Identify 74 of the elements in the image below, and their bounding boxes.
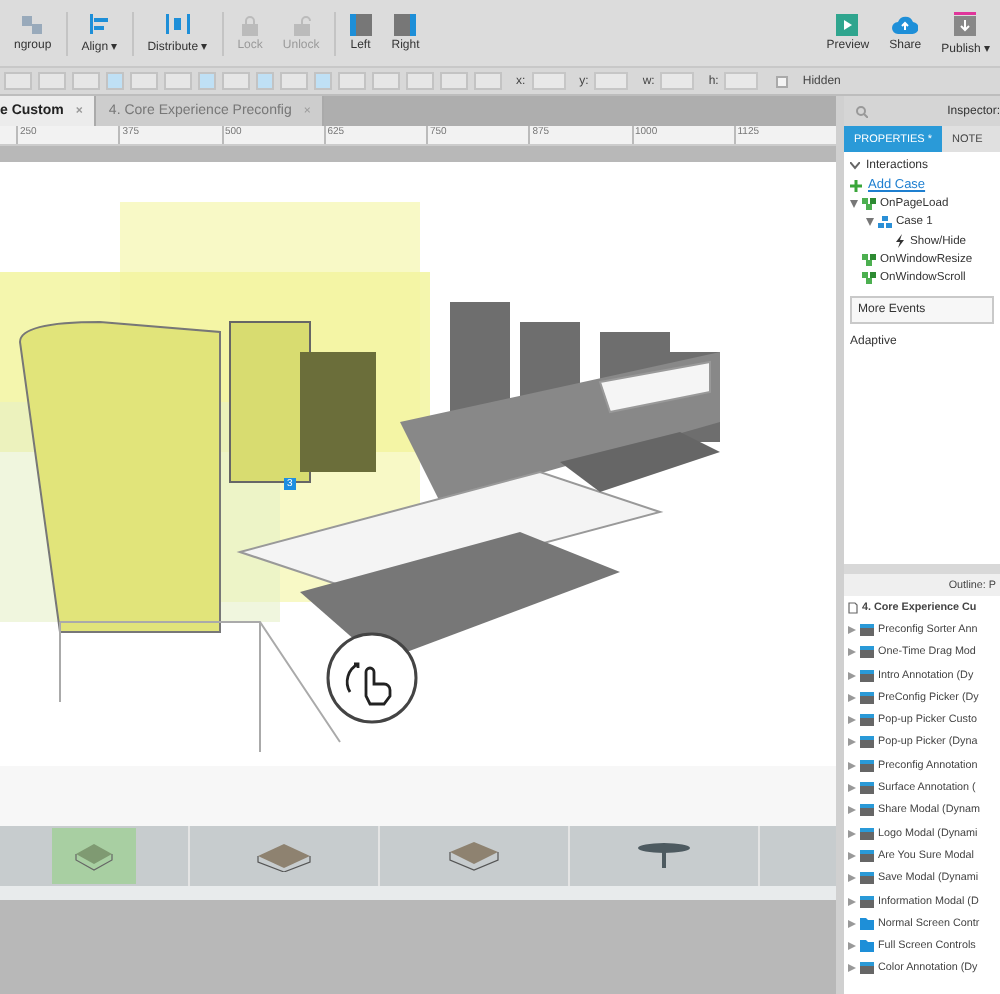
search-icon [856, 105, 868, 117]
dynamic-panel-icon [860, 872, 874, 885]
dynamic-panel-icon [860, 646, 874, 659]
format-button[interactable] [406, 72, 434, 90]
collapsed-arrow-icon [848, 671, 856, 680]
cloud-upload-icon [892, 14, 919, 36]
input-field[interactable] [724, 72, 759, 90]
collapsed-arrow-icon [848, 806, 856, 815]
checkbox[interactable] [776, 75, 789, 87]
format-button[interactable] [38, 72, 66, 90]
format-button[interactable] [474, 72, 502, 90]
lightning-icon [894, 234, 906, 248]
dynamic-panel-icon [860, 759, 874, 772]
input-field[interactable] [660, 72, 695, 90]
play-icon [836, 14, 859, 36]
ungroup-icon [20, 14, 45, 36]
dynamic-panel-icon [860, 895, 874, 907]
dynamic-panel-icon [860, 623, 874, 636]
collapsed-arrow-icon [848, 648, 856, 657]
collapsed-arrow-icon [848, 716, 856, 725]
collapsed-arrow-icon [848, 761, 856, 770]
format-button[interactable] [280, 72, 308, 90]
dynamic-panel-icon [860, 669, 874, 682]
chevron-down-icon [850, 162, 860, 170]
format-button[interactable] [256, 72, 274, 90]
expand-arrow-icon [866, 218, 874, 226]
event-icon [862, 254, 876, 266]
lock-icon [240, 15, 261, 35]
unlock-icon [291, 15, 312, 35]
collapsed-arrow-icon [848, 738, 856, 747]
collapsed-arrow-icon [848, 897, 856, 905]
align-left-icon [89, 13, 110, 33]
dynamic-panel-icon [860, 714, 874, 727]
collapsed-arrow-icon [848, 829, 856, 838]
left-panel-icon [349, 14, 372, 36]
format-button[interactable] [106, 72, 124, 90]
format-button[interactable] [222, 72, 250, 90]
round-table-icon [636, 842, 692, 870]
event-icon [862, 198, 876, 210]
input-field[interactable] [531, 72, 566, 90]
collapsed-arrow-icon [848, 625, 856, 634]
collapsed-arrow-icon [848, 874, 856, 883]
download-icon [954, 11, 977, 35]
collapsed-arrow-icon [848, 851, 856, 860]
case-icon [878, 216, 892, 228]
input-field[interactable] [594, 72, 629, 90]
dynamic-panel-icon [860, 827, 874, 840]
format-button[interactable] [372, 72, 400, 90]
format-button[interactable] [198, 72, 216, 90]
distribute-icon [165, 13, 190, 33]
format-button[interactable] [440, 72, 468, 90]
format-button[interactable] [164, 72, 192, 90]
dynamic-panel-icon [860, 804, 874, 817]
gesture-hand-icon [326, 632, 418, 724]
collapsed-arrow-icon [848, 919, 856, 928]
dynamic-panel-icon [860, 782, 874, 795]
right-panel-icon [394, 14, 417, 36]
dynamic-panel-icon [860, 962, 874, 975]
format-button[interactable] [338, 72, 366, 90]
collapsed-arrow-icon [848, 693, 856, 702]
format-button[interactable] [130, 72, 158, 90]
collapsed-arrow-icon [848, 942, 856, 951]
expand-arrow-icon [850, 200, 858, 208]
format-button[interactable] [72, 72, 100, 90]
dynamic-panel-icon [860, 736, 874, 749]
dynamic-panel-icon [860, 849, 874, 862]
collapsed-arrow-icon [848, 784, 856, 793]
format-button[interactable] [314, 72, 332, 90]
format-button[interactable] [4, 72, 32, 90]
dynamic-panel-icon [860, 691, 874, 704]
collapsed-arrow-icon [848, 964, 856, 973]
furniture-thumbnail[interactable] [52, 828, 136, 884]
event-icon [862, 272, 876, 284]
plus-icon [850, 179, 862, 191]
